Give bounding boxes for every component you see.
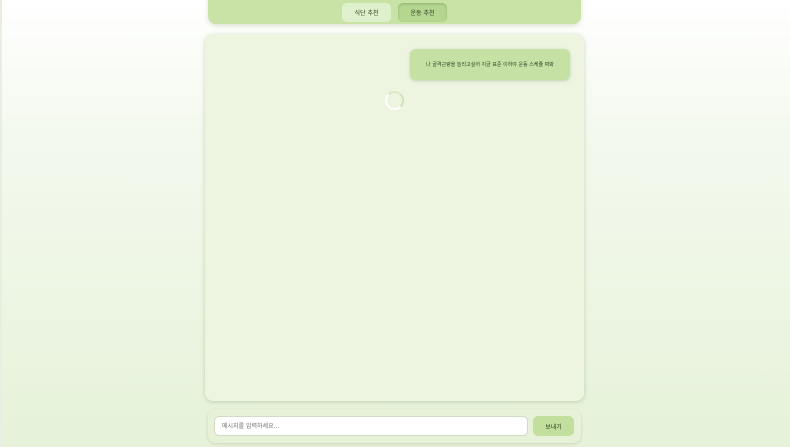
loading-spinner-icon bbox=[385, 91, 404, 110]
tab-diet-recommendation[interactable]: 식단 추천 bbox=[342, 2, 391, 22]
send-button[interactable]: 보내기 bbox=[533, 416, 574, 436]
user-message-bubble: 나 골격근량을 늘리고싶어 지금 표준 이하야 운동 스케쥴 짜봐 bbox=[410, 49, 570, 80]
window-edge bbox=[0, 0, 2, 447]
tab-exercise-recommendation[interactable]: 운동 추천 bbox=[398, 2, 447, 22]
chat-message-area[interactable]: 나 골격근량을 늘리고싶어 지금 표준 이하야 운동 스케쥴 짜봐 bbox=[205, 34, 584, 401]
message-composer: 보내기 bbox=[208, 409, 581, 443]
message-input[interactable] bbox=[214, 416, 528, 436]
tab-bar: 식단 추천 운동 추천 bbox=[208, 0, 581, 24]
